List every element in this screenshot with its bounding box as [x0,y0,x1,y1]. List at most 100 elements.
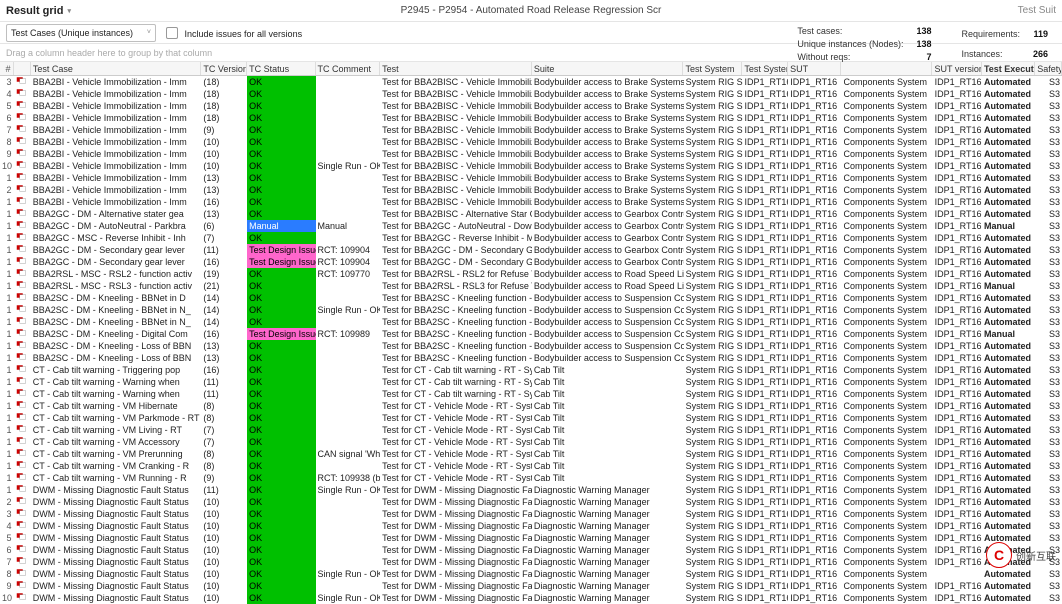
table-row[interactable]: 10BBA2BI - Vehicle Immobilization - Imm(… [0,160,1062,172]
table-row[interactable]: 5BBA2BI - Vehicle Immobilization - Imm(1… [0,100,1062,112]
cell-tsys: System RIG S [684,460,743,472]
cell-comment [316,412,381,424]
table-row[interactable]: 8DWM - Missing Diagnostic Fault Status(1… [0,568,1062,580]
include-issues-checkbox[interactable]: Include issues for all versions [166,27,302,39]
cell-index: 1 [0,292,13,304]
cell-safety: S3 [1035,268,1062,280]
cell-status: OK [247,460,315,472]
table-row[interactable]: 2BBA2BI - Vehicle Immobilization - Imm(1… [0,184,1062,196]
flag-icon [16,460,28,470]
cell-sut: IDP1_RT16 [788,172,841,184]
cell-sutch: Components System [841,232,932,244]
cell-icon [13,412,30,424]
cell-sut: IDP1_RT16 [788,460,841,472]
table-row[interactable]: 1BBA2GC - DM - AutoNeutral - Parkbra(6)M… [0,220,1062,232]
table-row[interactable]: 3BBA2BI - Vehicle Immobilization - Imm(1… [0,76,1062,88]
table-row[interactable]: 1CT - Cab tilt warning - Triggering pop(… [0,364,1062,376]
cell-exec: Automated [982,112,1035,124]
cell-index: 10 [0,592,13,604]
col-icon[interactable] [14,62,31,75]
cell-index: 1 [0,448,13,460]
cell-testcase: BBA2SC - DM - Kneeling - Digital Com [31,328,202,340]
table-row[interactable]: 1CT - Cab tilt warning - VM Parkmode - R… [0,412,1062,424]
cell-status: OK [247,196,315,208]
testcases-combo[interactable]: Test Cases (Unique instances) ˅ [6,24,156,42]
col-tcstatus[interactable]: TC Status [247,62,315,75]
col-suite[interactable]: Suite [532,62,684,75]
table-row[interactable]: 1CT - Cab tilt warning - VM Cranking - R… [0,460,1062,472]
table-row[interactable]: 1BBA2GC - DM - Secondary gear lever(16)T… [0,256,1062,268]
table-row[interactable]: 9BBA2BI - Vehicle Immobilization - Imm(1… [0,148,1062,160]
table-row[interactable]: 1BBA2SC - DM - Kneeling - BBNet in N_(14… [0,316,1062,328]
col-tccomment[interactable]: TC Comment [316,62,381,75]
table-row[interactable]: 1CT - Cab tilt warning - Warning when(11… [0,388,1062,400]
table-row[interactable]: 1BBA2SC - DM - Kneeling - Loss of BBN(13… [0,352,1062,364]
col-testcase[interactable]: Test Case [31,62,202,75]
cell-version: (10) [201,508,247,520]
flag-icon [16,436,28,446]
table-row[interactable]: 1DWM - Missing Diagnostic Fault Status(1… [0,484,1062,496]
table-row[interactable]: 1CT - Cab tilt warning - VM Accessory(7)… [0,436,1062,448]
cell-tsys2: IDP1_RT16 [743,232,789,244]
col-tcversion[interactable]: TC Version [201,62,247,75]
table-row[interactable]: 10DWM - Missing Diagnostic Fault Status(… [0,592,1062,604]
table-row[interactable]: 8BBA2BI - Vehicle Immobilization - Imm(1… [0,136,1062,148]
cell-tsys2: IDP1_RT16 [743,520,789,532]
table-row[interactable]: 6BBA2BI - Vehicle Immobilization - Imm(1… [0,112,1062,124]
cell-tsys2: IDP1_RT16 [743,220,789,232]
cell-icon [13,232,30,244]
table-row[interactable]: 1BBA2BI - Vehicle Immobilization - Imm(1… [0,196,1062,208]
table-row[interactable]: 1CT - Cab tilt warning - Warning when(11… [0,376,1062,388]
table-row[interactable]: 1BBA2GC - DM - Alternative stater gea(13… [0,208,1062,220]
table-row[interactable]: 1BBA2GC - DM - Secondary gear lever(11)T… [0,244,1062,256]
cell-suite: Diagnostic Warning Manager [532,580,684,592]
cell-comment [316,112,381,124]
table-row[interactable]: 1CT - Cab tilt warning - VM Hibernate(8)… [0,400,1062,412]
table-row[interactable]: 1BBA2SC - DM - Kneeling - Loss of BBN(13… [0,340,1062,352]
table-row[interactable]: 2DWM - Missing Diagnostic Fault Status(1… [0,496,1062,508]
table-row[interactable]: 5DWM - Missing Diagnostic Fault Status(1… [0,532,1062,544]
table-row[interactable]: 6DWM - Missing Diagnostic Fault Status(1… [0,544,1062,556]
cell-status: OK [247,232,315,244]
col-index[interactable]: # [0,62,14,75]
cell-sutch: Components System [841,292,932,304]
col-test[interactable]: Test [380,62,532,75]
table-row[interactable]: 4DWM - Missing Diagnostic Fault Status(1… [0,520,1062,532]
table-row[interactable]: 9DWM - Missing Diagnostic Fault Status(1… [0,580,1062,592]
cell-status: OK [247,544,315,556]
table-row[interactable]: 1BBA2SC - DM - Kneeling - BBNet in N_(14… [0,304,1062,316]
cell-testcase: DWM - Missing Diagnostic Fault Status [31,544,202,556]
table-row[interactable]: 1CT - Cab tilt warning - VM Running - R(… [0,472,1062,484]
cell-testcase: BBA2BI - Vehicle Immobilization - Imm [31,76,202,88]
flag-icon [16,400,28,410]
col-testsystem2[interactable]: Test System [742,62,788,75]
table-row[interactable]: 1BBA2SC - DM - Kneeling - BBNet in D(14)… [0,292,1062,304]
flag-icon [16,124,28,134]
table-row[interactable]: 1BBA2RSL - MSC - RSL3 - function activ(2… [0,280,1062,292]
table-row[interactable]: 1BBA2GC - MSC - Reverse Inhibit - Inh(7)… [0,232,1062,244]
cell-version: (10) [201,544,247,556]
cell-testcase: CT - Cab tilt warning - VM Prerunning [31,448,202,460]
table-row[interactable]: 7DWM - Missing Diagnostic Fault Status(1… [0,556,1062,568]
table-row[interactable]: 7BBA2BI - Vehicle Immobilization - Imm(9… [0,124,1062,136]
cell-comment [316,148,381,160]
cell-icon [13,268,30,280]
table-row[interactable]: 1BBA2BI - Vehicle Immobilization - Imm(1… [0,172,1062,184]
table-row[interactable]: 1BBA2SC - DM - Kneeling - Digital Com(16… [0,328,1062,340]
cell-comment [316,436,381,448]
flag-icon [16,196,28,206]
flag-icon [16,448,28,458]
table-row[interactable]: 1BBA2RSL - MSC - RSL2 - function activ(1… [0,268,1062,280]
cell-tsys: System RIG S [684,76,743,88]
table-row[interactable]: 4BBA2BI - Vehicle Immobilization - Imm(1… [0,88,1062,100]
cell-tsys2: IDP1_RT16 [743,412,789,424]
col-testsystem[interactable]: Test System [683,62,742,75]
result-grid-dropdown[interactable]: Result grid ▾ [6,5,71,17]
table-row[interactable]: 1CT - Cab tilt warning - VM Prerunning(8… [0,448,1062,460]
table-row[interactable]: 3DWM - Missing Diagnostic Fault Status(1… [0,508,1062,520]
cell-sutch: Components System [841,124,932,136]
cell-comment: Manual [316,220,381,232]
flag-icon [16,220,28,230]
cell-exec: Automated [982,520,1035,532]
table-row[interactable]: 1CT - Cab tilt warning - VM Living - RT(… [0,424,1062,436]
